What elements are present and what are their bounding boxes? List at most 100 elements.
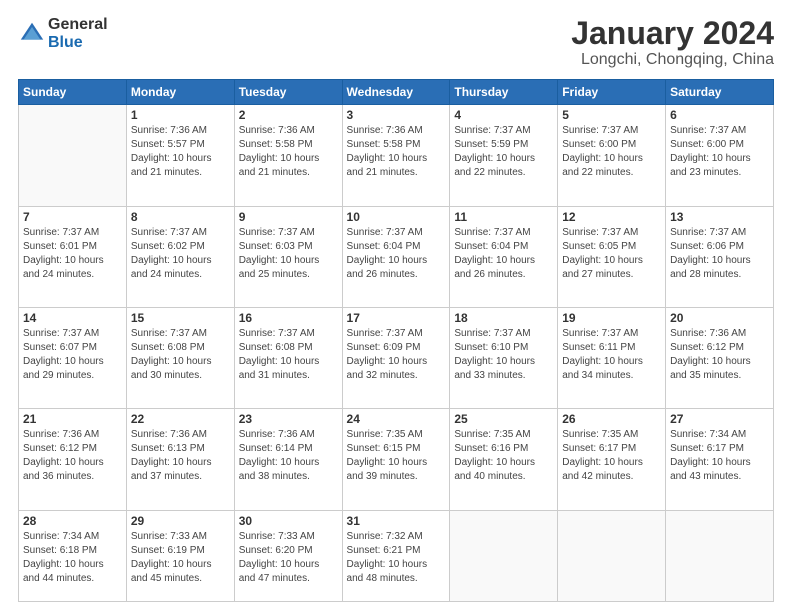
day-info: Sunrise: 7:37 AM Sunset: 6:08 PM Dayligh… <box>131 327 230 383</box>
calendar-cell: 12Sunrise: 7:37 AM Sunset: 6:05 PM Dayli… <box>558 206 666 307</box>
calendar-cell: 27Sunrise: 7:34 AM Sunset: 6:17 PM Dayli… <box>666 409 774 510</box>
day-info: Sunrise: 7:36 AM Sunset: 6:12 PM Dayligh… <box>23 428 122 484</box>
day-number: 12 <box>562 210 661 224</box>
calendar-cell: 1 Sunrise: 7:36 AM Sunset: 5:57 PM Daylig… <box>126 105 234 206</box>
day-info: Sunrise: 7:36 AM Sunset: 5:58 PM Dayligh… <box>347 124 446 180</box>
day-number: 29 <box>131 514 230 528</box>
calendar-cell: 30 Sunrise: 7:33 AM Sunset: 6:20 PM Dayli… <box>234 510 342 601</box>
calendar-cell: 14Sunrise: 7:37 AM Sunset: 6:07 PM Dayli… <box>19 308 127 409</box>
day-number: 14 <box>23 311 122 325</box>
day-number: 3 <box>347 108 446 122</box>
day-info: Sunrise: 7:36 AM Sunset: 6:14 PM Dayligh… <box>239 428 338 484</box>
calendar-cell: 21 Sunrise: 7:36 AM Sunset: 6:12 PM Dayli… <box>19 409 127 510</box>
day-number: 20 <box>670 311 769 325</box>
day-number: 4 <box>454 108 553 122</box>
day-number: 13 <box>670 210 769 224</box>
calendar-cell <box>19 105 127 206</box>
calendar-cell: 23Sunrise: 7:36 AM Sunset: 6:14 PM Dayli… <box>234 409 342 510</box>
calendar-cell: 5 Sunrise: 7:37 AM Sunset: 6:00 PM Daylig… <box>558 105 666 206</box>
calendar-cell: 6 Sunrise: 7:37 AM Sunset: 6:00 PM Daylig… <box>666 105 774 206</box>
weekday-header: Tuesday <box>234 80 342 105</box>
day-info: Sunrise: 7:36 AM Sunset: 5:57 PM Dayligh… <box>131 124 230 180</box>
day-info: Sunrise: 7:37 AM Sunset: 6:00 PM Dayligh… <box>562 124 661 180</box>
day-info: Sunrise: 7:37 AM Sunset: 6:09 PM Dayligh… <box>347 327 446 383</box>
day-number: 11 <box>454 210 553 224</box>
day-number: 30 <box>239 514 338 528</box>
logo-general: General <box>48 16 108 34</box>
day-number: 9 <box>239 210 338 224</box>
logo: General Blue <box>18 16 108 51</box>
calendar-cell: 26 Sunrise: 7:35 AM Sunset: 6:17 PM Dayli… <box>558 409 666 510</box>
calendar-cell: 13 Sunrise: 7:37 AM Sunset: 6:06 PM Dayli… <box>666 206 774 307</box>
day-number: 25 <box>454 412 553 426</box>
logo-icon <box>18 20 46 48</box>
calendar-cell: 8 Sunrise: 7:37 AM Sunset: 6:02 PM Daylig… <box>126 206 234 307</box>
header: General Blue January 2024 Longchi, Chong… <box>18 16 774 69</box>
day-number: 2 <box>239 108 338 122</box>
weekday-header: Monday <box>126 80 234 105</box>
day-number: 27 <box>670 412 769 426</box>
weekday-header: Friday <box>558 80 666 105</box>
calendar-cell: 15 Sunrise: 7:37 AM Sunset: 6:08 PM Dayli… <box>126 308 234 409</box>
calendar-cell <box>558 510 666 601</box>
day-info: Sunrise: 7:37 AM Sunset: 5:59 PM Dayligh… <box>454 124 553 180</box>
calendar-cell: 22 Sunrise: 7:36 AM Sunset: 6:13 PM Dayli… <box>126 409 234 510</box>
day-info: Sunrise: 7:35 AM Sunset: 6:15 PM Dayligh… <box>347 428 446 484</box>
weekday-header: Wednesday <box>342 80 450 105</box>
calendar-cell <box>450 510 558 601</box>
calendar: SundayMondayTuesdayWednesdayThursdayFrid… <box>18 79 774 602</box>
day-number: 10 <box>347 210 446 224</box>
calendar-cell: 29Sunrise: 7:33 AM Sunset: 6:19 PM Dayli… <box>126 510 234 601</box>
day-info: Sunrise: 7:35 AM Sunset: 6:17 PM Dayligh… <box>562 428 661 484</box>
day-info: Sunrise: 7:37 AM Sunset: 6:11 PM Dayligh… <box>562 327 661 383</box>
calendar-cell: 3 Sunrise: 7:36 AM Sunset: 5:58 PM Daylig… <box>342 105 450 206</box>
day-info: Sunrise: 7:37 AM Sunset: 6:00 PM Dayligh… <box>670 124 769 180</box>
calendar-cell: 31 Sunrise: 7:32 AM Sunset: 6:21 PM Dayli… <box>342 510 450 601</box>
calendar-cell <box>666 510 774 601</box>
day-info: Sunrise: 7:32 AM Sunset: 6:21 PM Dayligh… <box>347 530 446 586</box>
day-number: 8 <box>131 210 230 224</box>
day-info: Sunrise: 7:37 AM Sunset: 6:08 PM Dayligh… <box>239 327 338 383</box>
page: General Blue January 2024 Longchi, Chong… <box>0 0 792 612</box>
calendar-cell: 4 Sunrise: 7:37 AM Sunset: 5:59 PM Daylig… <box>450 105 558 206</box>
weekday-header: Saturday <box>666 80 774 105</box>
day-number: 6 <box>670 108 769 122</box>
day-info: Sunrise: 7:37 AM Sunset: 6:06 PM Dayligh… <box>670 226 769 282</box>
location-title: Longchi, Chongqing, China <box>571 51 774 69</box>
day-number: 16 <box>239 311 338 325</box>
day-number: 5 <box>562 108 661 122</box>
day-number: 19 <box>562 311 661 325</box>
month-title: January 2024 <box>571 16 774 51</box>
day-info: Sunrise: 7:37 AM Sunset: 6:01 PM Dayligh… <box>23 226 122 282</box>
calendar-cell: 19 Sunrise: 7:37 AM Sunset: 6:11 PM Dayli… <box>558 308 666 409</box>
day-number: 7 <box>23 210 122 224</box>
day-info: Sunrise: 7:33 AM Sunset: 6:20 PM Dayligh… <box>239 530 338 586</box>
day-info: Sunrise: 7:36 AM Sunset: 5:58 PM Dayligh… <box>239 124 338 180</box>
day-number: 24 <box>347 412 446 426</box>
calendar-cell: 20 Sunrise: 7:36 AM Sunset: 6:12 PM Dayli… <box>666 308 774 409</box>
day-info: Sunrise: 7:37 AM Sunset: 6:03 PM Dayligh… <box>239 226 338 282</box>
day-number: 22 <box>131 412 230 426</box>
day-info: Sunrise: 7:37 AM Sunset: 6:10 PM Dayligh… <box>454 327 553 383</box>
day-number: 17 <box>347 311 446 325</box>
day-number: 26 <box>562 412 661 426</box>
day-info: Sunrise: 7:37 AM Sunset: 6:02 PM Dayligh… <box>131 226 230 282</box>
weekday-header: Sunday <box>19 80 127 105</box>
weekday-header: Thursday <box>450 80 558 105</box>
calendar-cell: 28 Sunrise: 7:34 AM Sunset: 6:18 PM Dayli… <box>19 510 127 601</box>
day-number: 31 <box>347 514 446 528</box>
day-info: Sunrise: 7:34 AM Sunset: 6:18 PM Dayligh… <box>23 530 122 586</box>
day-info: Sunrise: 7:36 AM Sunset: 6:12 PM Dayligh… <box>670 327 769 383</box>
day-number: 1 <box>131 108 230 122</box>
calendar-cell: 11 Sunrise: 7:37 AM Sunset: 6:04 PM Dayli… <box>450 206 558 307</box>
day-number: 15 <box>131 311 230 325</box>
day-info: Sunrise: 7:35 AM Sunset: 6:16 PM Dayligh… <box>454 428 553 484</box>
day-info: Sunrise: 7:36 AM Sunset: 6:13 PM Dayligh… <box>131 428 230 484</box>
day-number: 28 <box>23 514 122 528</box>
day-number: 21 <box>23 412 122 426</box>
day-info: Sunrise: 7:37 AM Sunset: 6:04 PM Dayligh… <box>454 226 553 282</box>
calendar-cell: 10Sunrise: 7:37 AM Sunset: 6:04 PM Dayli… <box>342 206 450 307</box>
day-number: 18 <box>454 311 553 325</box>
calendar-cell: 9 Sunrise: 7:37 AM Sunset: 6:03 PM Daylig… <box>234 206 342 307</box>
logo-text: General Blue <box>48 16 108 51</box>
